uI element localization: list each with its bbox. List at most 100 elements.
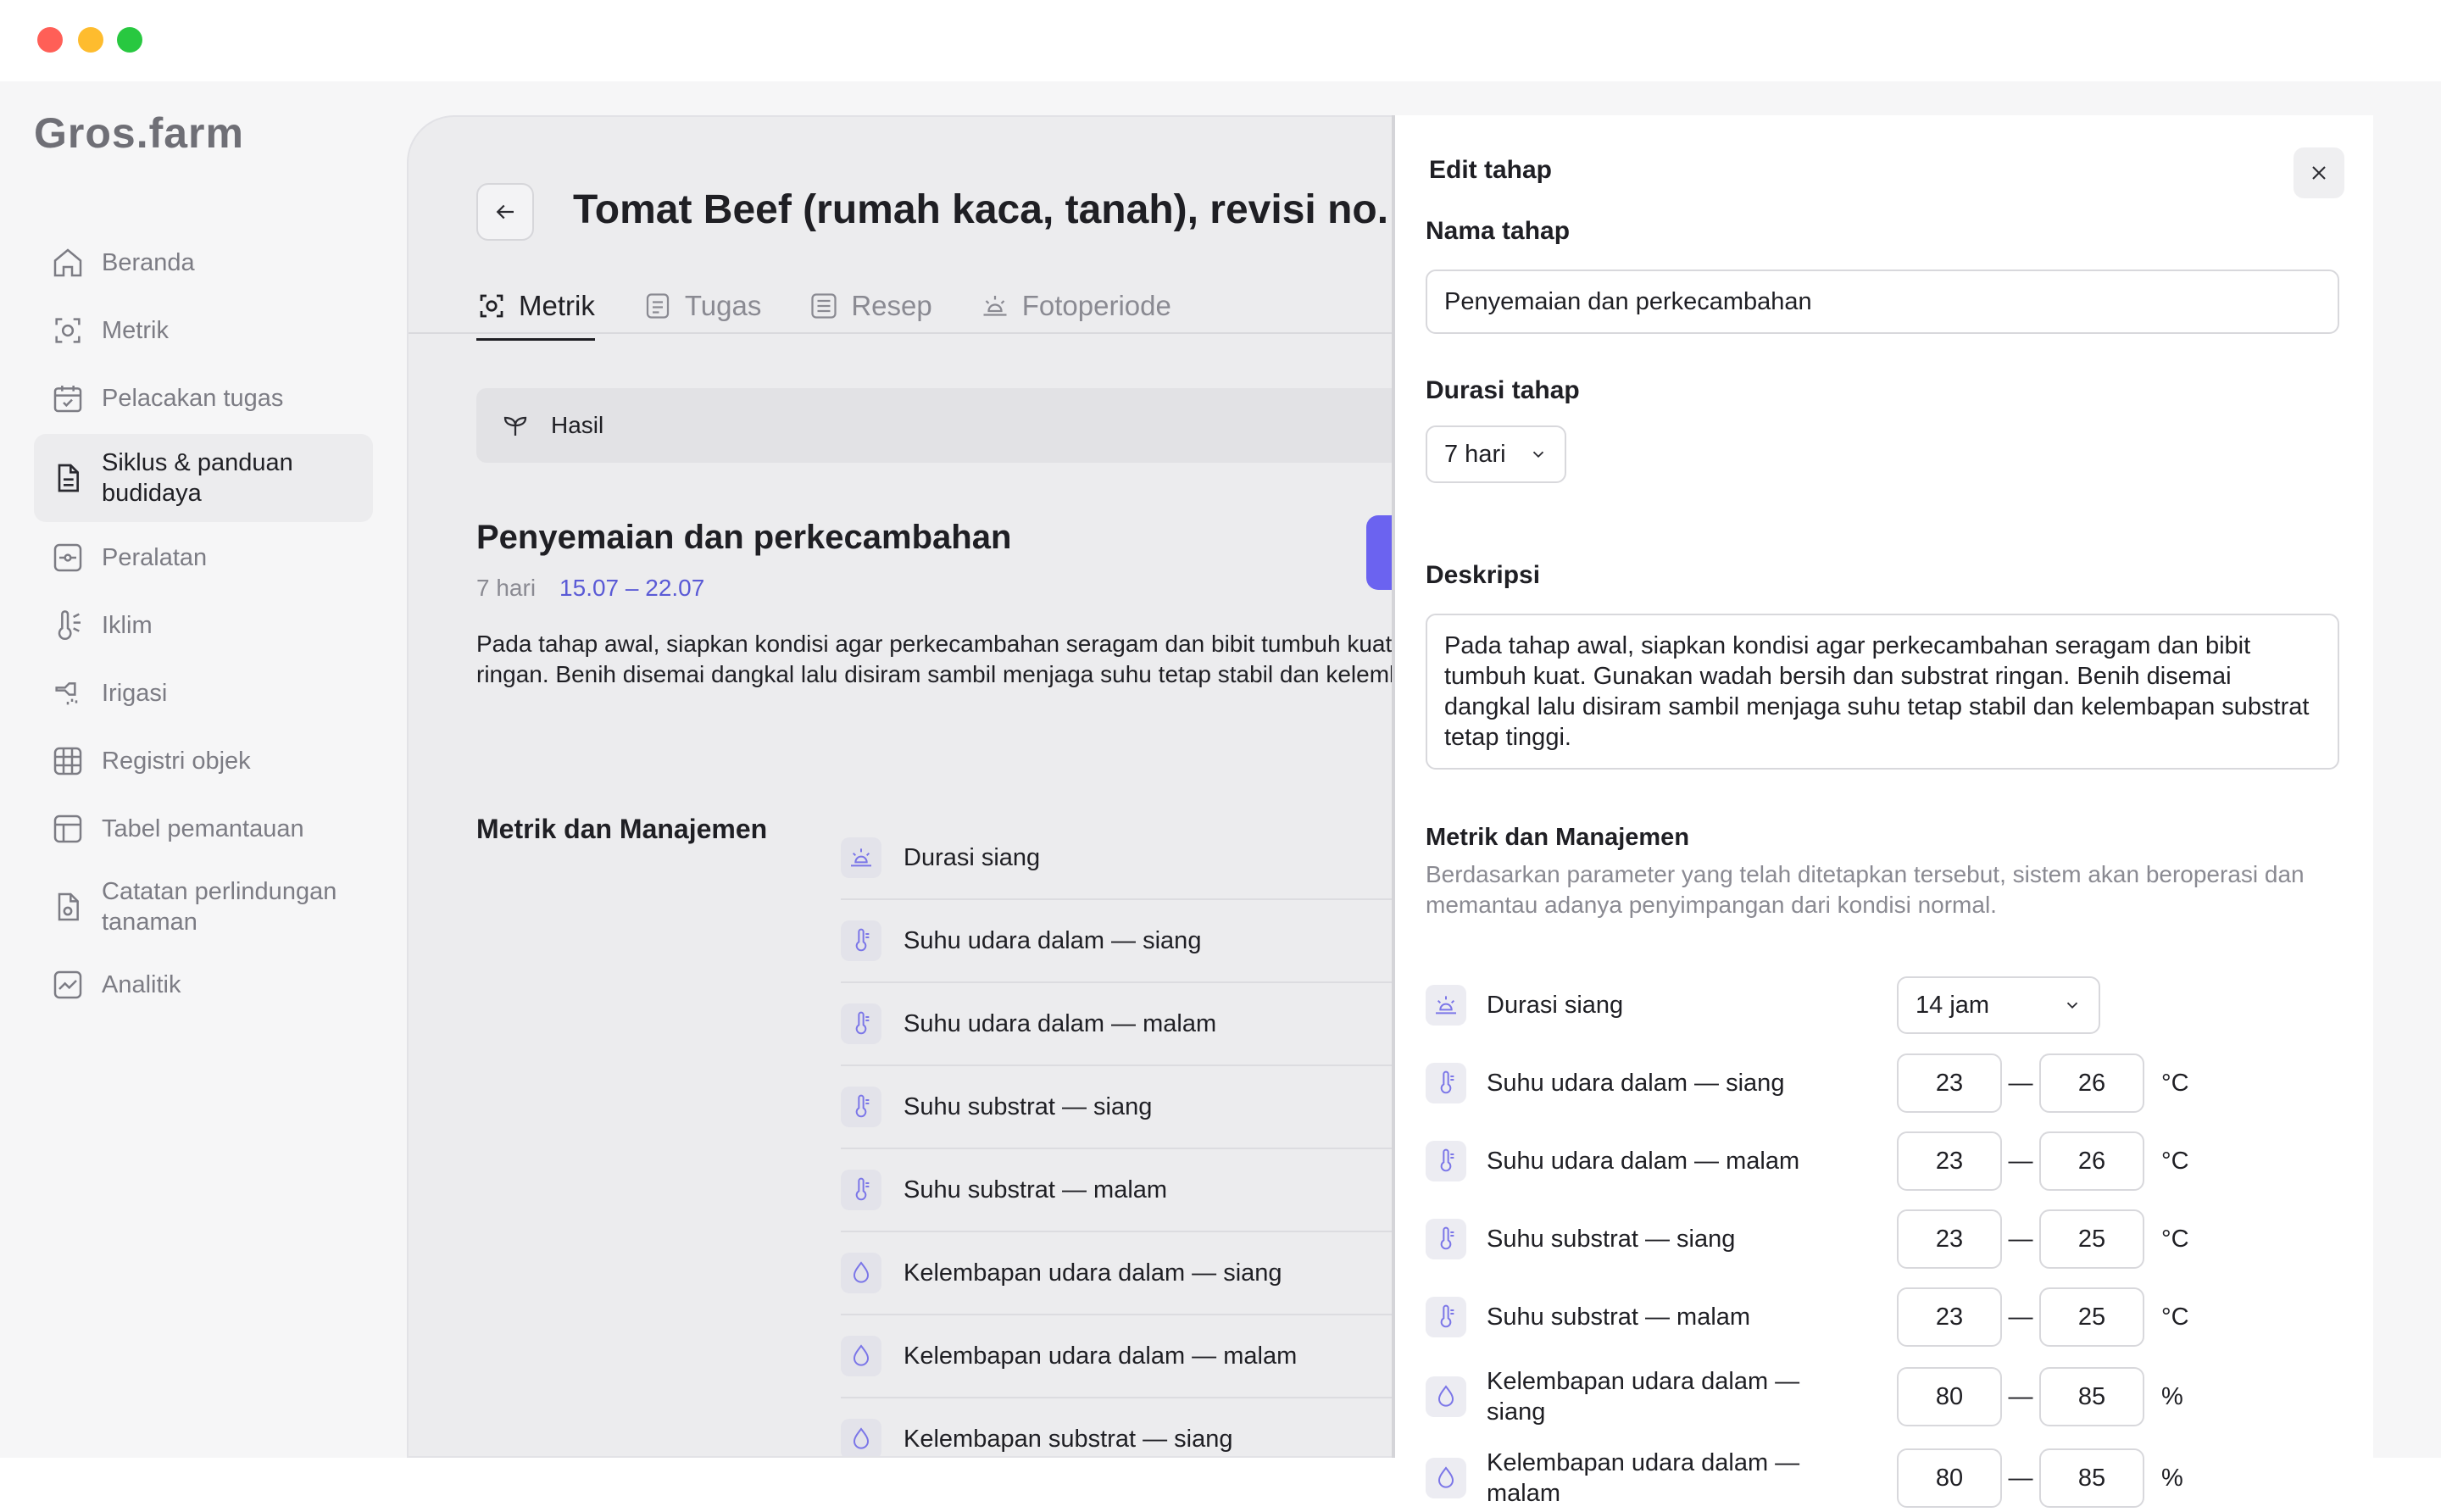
metric-label: Suhu udara dalam — malam — [904, 1009, 1217, 1037]
sidebar-item-beranda[interactable]: Beranda — [34, 229, 373, 297]
sidebar-item-label: Catatan perlindungan tanaman — [102, 878, 337, 936]
sidebar-item-registri-objek[interactable]: Registri objek — [34, 727, 373, 795]
tab-metrik[interactable]: Metrik — [476, 275, 595, 341]
sidebar-item-siklus[interactable]: Siklus & panduan budidaya — [34, 434, 373, 522]
param-label: Suhu substrat — malam — [1487, 1304, 1751, 1331]
stage-duration-select[interactable]: 7 hari — [1426, 425, 1566, 483]
max-value-input[interactable]: 26 — [2039, 1053, 2144, 1113]
tab-label: Fotoperiode — [1021, 290, 1171, 321]
droplet-icon — [1426, 1376, 1466, 1417]
recipe-icon — [811, 293, 837, 319]
edit-stage-panel: Edit tahap Nama tahap Durasi tahap 7 har… — [1392, 115, 2373, 1508]
select-value: 14 jam — [1916, 991, 1990, 1019]
sidebar-item-peralatan[interactable]: Peralatan — [34, 524, 373, 592]
result-bar[interactable]: Hasil — [476, 388, 1493, 463]
param-label: Kelembapan udara dalam — siang — [1487, 1368, 1800, 1426]
tab-label: Tugas — [684, 290, 762, 321]
min-value-input[interactable]: 23 — [1897, 1053, 2002, 1113]
window-titlebar — [0, 0, 2441, 81]
result-label: Hasil — [551, 412, 604, 438]
sidebar-item-metrik[interactable]: Metrik — [34, 297, 373, 364]
stage-title: Penyemaian dan perkecambahan — [476, 519, 1012, 556]
max-value-input[interactable]: 85 — [2039, 1367, 2144, 1426]
app-logo[interactable]: Gros.farm — [34, 108, 244, 158]
param-label: Suhu udara dalam — malam — [1487, 1148, 1800, 1175]
description-textarea[interactable]: Pada tahap awal, siapkan kondisi agar pe… — [1426, 614, 2339, 770]
min-value-input[interactable]: 23 — [1897, 1131, 2002, 1191]
back-button[interactable] — [476, 183, 534, 241]
close-window-button[interactable] — [37, 27, 63, 53]
sun-icon — [983, 296, 1007, 316]
metric-label: Durasi siang — [904, 843, 1041, 871]
irrigation-icon — [55, 682, 78, 705]
tab-resep[interactable]: Resep — [809, 275, 932, 337]
description-label: Deskripsi — [1426, 561, 1541, 589]
metric-label: Kelembapan udara dalam — siang — [904, 1259, 1282, 1287]
thermometer-icon — [1426, 1063, 1466, 1103]
sidebar-item-label: Irigasi — [102, 680, 168, 707]
stage-duration-label: Durasi tahap — [1426, 376, 1580, 404]
grid-icon — [53, 747, 82, 775]
min-value-input[interactable]: 23 — [1897, 1209, 2002, 1269]
metric-icon — [55, 318, 81, 343]
max-value-input[interactable]: 25 — [2039, 1209, 2144, 1269]
thermometer-icon — [841, 1170, 881, 1210]
sidebar-item-irigasi[interactable]: Irigasi — [34, 659, 373, 727]
thermometer-icon — [841, 1003, 881, 1044]
thermometer-icon — [1426, 1219, 1466, 1259]
sidebar-item-label: Siklus & panduan budidaya — [102, 449, 293, 507]
param-row: Kelembapan udara dalam — malam 80 — 85 % — [1426, 1444, 2349, 1512]
unit-label: °C — [2161, 1069, 2189, 1097]
sidebar-item-tabel-pemantauan[interactable]: Tabel pemantauan — [34, 795, 373, 863]
sidebar-item-label: Pelacakan tugas — [102, 385, 284, 412]
task-icon — [646, 293, 669, 319]
sidebar-item-analitik[interactable]: Analitik — [34, 951, 373, 1019]
thermometer-icon — [841, 920, 881, 961]
sidebar-item-label: Registri objek — [102, 748, 251, 775]
sidebar-item-pelacakan-tugas[interactable]: Pelacakan tugas — [34, 364, 373, 432]
unit-label: °C — [2161, 1303, 2189, 1331]
sun-icon — [1426, 985, 1466, 1026]
stage-dates: 15.07 – 22.07 — [559, 575, 705, 601]
sidebar-item-label: Peralatan — [102, 544, 208, 571]
stage-name-input[interactable] — [1426, 270, 2339, 334]
thermometer-icon — [841, 1087, 881, 1127]
sidebar-nav: Beranda Metrik Pelacakan tugas Siklus & … — [34, 229, 373, 1019]
min-value-input[interactable]: 23 — [1897, 1287, 2002, 1347]
daylight-select[interactable]: 14 jam — [1897, 976, 2100, 1034]
metric-label: Suhu substrat — malam — [904, 1176, 1168, 1203]
unit-label: °C — [2161, 1147, 2189, 1175]
range-dash: — — [2008, 1464, 2033, 1492]
sidebar-item-catatan-perlindungan[interactable]: Catatan perlindungan tanaman — [34, 863, 373, 951]
chevron-down-icon — [1532, 451, 1544, 459]
sidebar-item-label: Tabel pemantauan — [102, 815, 304, 842]
document-icon — [58, 464, 79, 492]
unit-label: % — [2161, 1464, 2183, 1492]
sidebar-item-label: Iklim — [102, 612, 153, 639]
equipment-icon — [53, 543, 82, 572]
sidebar-item-label: Metrik — [102, 317, 169, 344]
metrics-subtext: Berdasarkan parameter yang telah ditetap… — [1426, 861, 2305, 918]
panel-title: Edit tahap — [1429, 156, 1553, 184]
tab-fotoperiode[interactable]: Fotoperiode — [980, 275, 1171, 337]
param-label: Kelembapan udara dalam — malam — [1487, 1449, 1800, 1507]
sidebar-item-iklim[interactable]: Iklim — [34, 592, 373, 659]
tab-tugas[interactable]: Tugas — [642, 275, 762, 337]
max-value-input[interactable]: 26 — [2039, 1131, 2144, 1191]
maximize-window-button[interactable] — [117, 27, 142, 53]
stage-name-label: Nama tahap — [1426, 217, 1571, 245]
chevron-down-icon — [2066, 1002, 2078, 1009]
max-value-input[interactable]: 25 — [2039, 1287, 2144, 1347]
range-dash: — — [2008, 1382, 2033, 1410]
thermometer-icon — [1426, 1141, 1466, 1181]
tab-bar: Metrik Tugas Resep Fotoperiode — [476, 275, 1171, 341]
close-button[interactable] — [2294, 147, 2344, 198]
min-value-input[interactable]: 80 — [1897, 1367, 2002, 1426]
range-dash: — — [2008, 1069, 2033, 1097]
param-label: Suhu substrat — siang — [1487, 1226, 1736, 1253]
metric-label: Suhu substrat — siang — [904, 1092, 1153, 1120]
protection-note-icon — [58, 892, 79, 921]
unit-label: % — [2161, 1382, 2183, 1410]
minimize-window-button[interactable] — [78, 27, 103, 53]
param-label: Durasi siang — [1487, 992, 1624, 1019]
